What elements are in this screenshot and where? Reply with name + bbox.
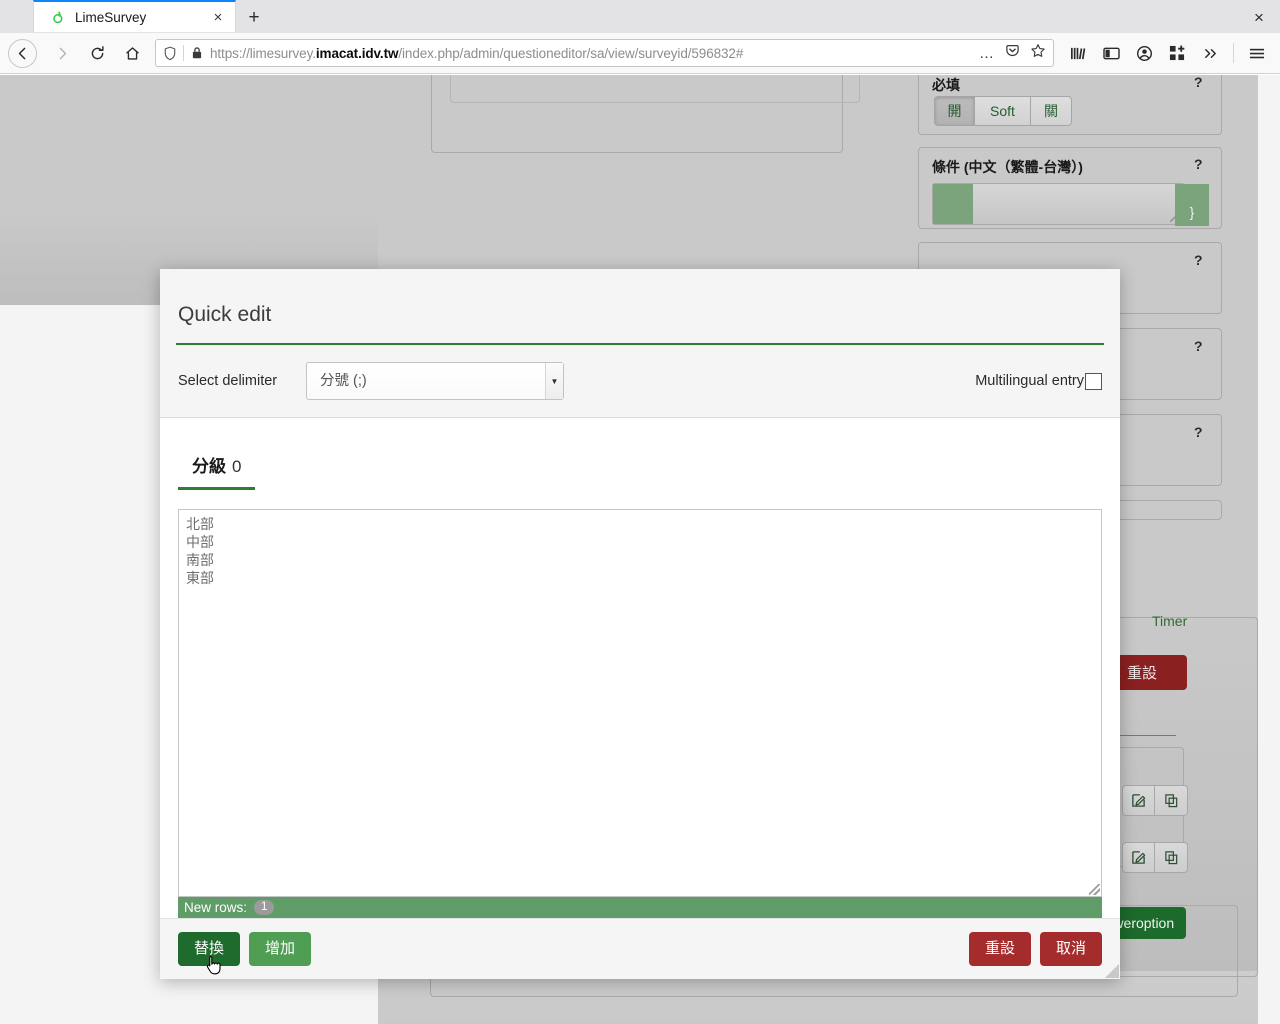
url-path: /index.php/admin/questioneditor/sa/view/… [398, 45, 744, 61]
row-edit-icon-1[interactable] [1122, 785, 1155, 816]
timer-label: Timer [1152, 613, 1188, 629]
condition-chip [933, 184, 973, 224]
delimiter-select-wrap: 分號 (;) ▼ [306, 362, 564, 400]
tab-fenji-label: 分級 [192, 457, 226, 476]
browser-navigation-bar: https://limesurvey.imacat.idv.tw/index.p… [0, 33, 1280, 74]
url-prefix: https://limesurvey. [210, 45, 316, 61]
tab-fenji[interactable]: 分級 0 [178, 452, 256, 490]
url-host: imacat.idv.tw [315, 45, 399, 61]
window-close-button[interactable]: × [1248, 6, 1270, 28]
browser-tab-limesurvey[interactable]: LimeSurvey × [33, 0, 236, 32]
padlock-icon[interactable] [191, 46, 203, 60]
home-button-icon[interactable] [116, 38, 148, 68]
url-divider [183, 45, 184, 61]
library-icon[interactable] [1063, 38, 1093, 68]
app-menu-icon[interactable] [1242, 38, 1272, 68]
required-setting-label: 必填 [932, 77, 960, 93]
forward-button-icon [46, 38, 78, 68]
question-editor-box [450, 75, 860, 103]
new-rows-status-bar: New rows: 1 [178, 897, 1102, 918]
reset-button[interactable]: 重設 [968, 932, 1031, 966]
required-option-off[interactable]: 關 [1031, 96, 1072, 126]
tabstrip-left-spacer [0, 0, 33, 32]
help-icon-3[interactable]: ? [1194, 252, 1203, 268]
required-help-icon[interactable]: ? [1194, 75, 1203, 90]
modal-title: Quick edit [178, 303, 272, 326]
modal-footer-right: 重設 取消 [968, 932, 1102, 966]
page-viewport: 必填 ? 開 Soft 關 條件 (中文（繁體-台灣）) ? } ? ? ? T… [0, 75, 1280, 1024]
condition-help-icon[interactable]: ? [1194, 156, 1203, 172]
condition-input[interactable]: } [932, 183, 1209, 226]
quick-edit-textarea[interactable] [178, 509, 1102, 897]
multilingual-entry-control[interactable]: Multilingual entry [975, 372, 1102, 390]
tab-close-icon[interactable]: × [209, 8, 227, 26]
sidebar-icon[interactable] [1096, 38, 1126, 68]
select-delimiter-label: Select delimiter [178, 373, 278, 389]
reload-button-icon[interactable] [81, 38, 113, 68]
pocket-icon[interactable] [1005, 43, 1020, 63]
multilingual-entry-checkbox[interactable] [1085, 372, 1102, 390]
star-icon[interactable] [1030, 43, 1046, 64]
back-button-icon[interactable] [8, 38, 37, 68]
cancel-button[interactable]: 取消 [1039, 932, 1102, 966]
quick-edit-modal: Quick edit Select delimiter 分號 (;) ▼ Mul… [160, 269, 1120, 979]
page-actions-icon[interactable]: … [979, 45, 995, 62]
account-icon[interactable] [1129, 38, 1159, 68]
extensions-icon[interactable] [1162, 38, 1192, 68]
condition-setting-label: 條件 (中文（繁體-台灣）) [932, 159, 1083, 175]
chevron-down-icon[interactable]: ▼ [545, 363, 563, 399]
browser-tabstrip: LimeSurvey × + × [0, 0, 1280, 33]
replace-button[interactable]: 替換 [178, 932, 241, 966]
modal-header: Quick edit [160, 269, 1120, 345]
browser-tab-title: LimeSurvey [75, 9, 147, 25]
overflow-chevrons-icon[interactable] [1195, 38, 1225, 68]
help-icon-5[interactable]: ? [1194, 424, 1203, 440]
modal-resize-grip[interactable] [1105, 964, 1119, 978]
row-copy-icon-2[interactable] [1155, 842, 1188, 873]
url-bar[interactable]: https://limesurvey.imacat.idv.tw/index.p… [155, 39, 1054, 67]
add-button[interactable]: 增加 [249, 932, 312, 966]
required-toggle-group: 開 Soft 關 [934, 96, 1072, 126]
new-rows-label: New rows: [184, 900, 248, 915]
delimiter-select[interactable]: 分號 (;) [306, 362, 564, 400]
required-option-soft[interactable]: Soft [975, 96, 1031, 126]
new-tab-button[interactable]: + [238, 2, 270, 32]
delimiter-row: Select delimiter 分號 (;) ▼ Multilingual e… [160, 345, 1120, 418]
help-icon-4[interactable]: ? [1194, 338, 1203, 354]
condition-tail: } [1175, 184, 1209, 226]
browser-toolbar-icons [1063, 38, 1272, 68]
modal-body: 分級 0 New rows: 1 [160, 418, 1120, 918]
required-option-on[interactable]: 開 [934, 96, 975, 126]
browser-window: LimeSurvey × + × https://limesurvey.imac… [0, 0, 1280, 1024]
quick-edit-textarea-wrap [178, 509, 1102, 897]
url-text[interactable]: https://limesurvey.imacat.idv.tw/index.p… [210, 46, 971, 61]
toolbar-divider [1233, 43, 1234, 63]
row-copy-icon-1[interactable] [1155, 785, 1188, 816]
modal-footer: 替換 增加 重設 取消 [160, 918, 1120, 979]
tab-fenji-count: 0 [232, 457, 242, 476]
quick-edit-tabs: 分級 0 [178, 452, 1102, 490]
multilingual-entry-label: Multilingual entry [975, 373, 1084, 389]
new-rows-count-badge: 1 [254, 900, 275, 915]
limesurvey-favicon [50, 9, 66, 25]
row-edit-icon-2[interactable] [1122, 842, 1155, 873]
tracking-protection-shield-icon[interactable] [163, 46, 177, 61]
